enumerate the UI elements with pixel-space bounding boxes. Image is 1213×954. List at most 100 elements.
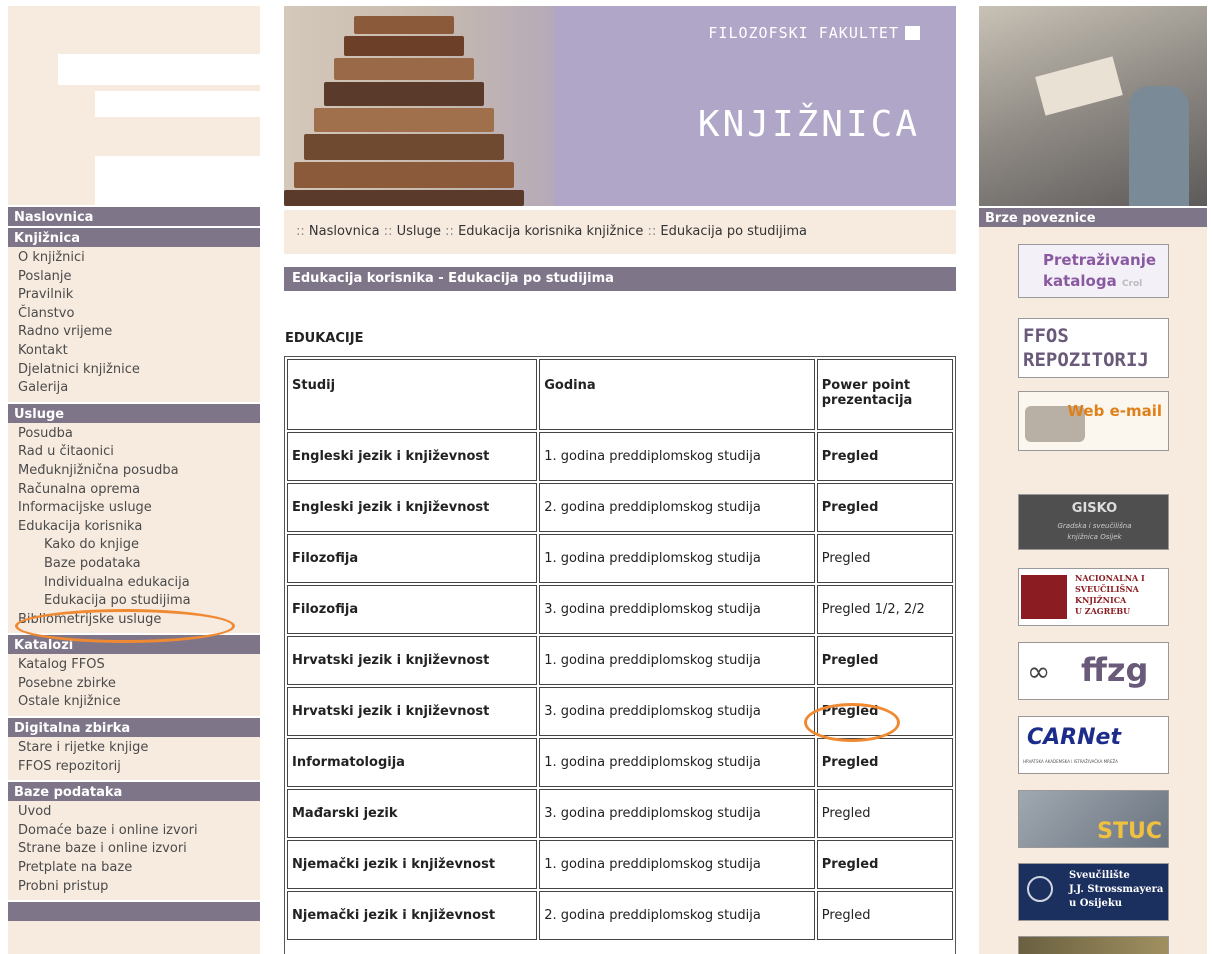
- nav-item-bibliometrijske[interactable]: Bibliometrijske usluge: [8, 611, 260, 630]
- partial-banner[interactable]: [1018, 936, 1169, 954]
- nav-head-knjiznica[interactable]: Knjižnica: [8, 226, 260, 247]
- pregled-link[interactable]: Pregled: [822, 908, 871, 923]
- carnet-banner[interactable]: CARNet HRVATSKA AKADEMSKA I ISTRAŽIVAČKA…: [1018, 716, 1169, 774]
- nav-item-katalog-ffos[interactable]: Katalog FFOS: [8, 656, 260, 675]
- pregled-link[interactable]: Pregled 1/2, 2/2: [822, 602, 925, 617]
- nav-naslovnica[interactable]: Naslovnica: [8, 205, 260, 226]
- nav-item-ffos-repozitorij[interactable]: FFOS repozitorij: [8, 758, 260, 777]
- banner-text: Pretraživanje: [1043, 251, 1157, 269]
- breadcrumb-separator: ::: [445, 224, 454, 239]
- nav-subitem-edukacija-po-studijima[interactable]: Edukacija po studijima: [8, 592, 260, 611]
- table-row: Njemački jezik i književnost 1. godina p…: [287, 840, 953, 889]
- table-row: Njemački jezik i književnost 2. godina p…: [287, 891, 953, 940]
- web-email-banner[interactable]: Web e-mail: [1018, 391, 1169, 451]
- nav-item-pretplate[interactable]: Pretplate na baze: [8, 859, 260, 878]
- breadcrumb-naslovnica[interactable]: Naslovnica: [309, 224, 380, 239]
- cell-prezentacija: Pregled: [816, 687, 953, 736]
- cell-godina: 3. godina preddiplomskog studija: [539, 585, 815, 634]
- nav-subitem-baze-podataka[interactable]: Baze podataka: [8, 555, 260, 574]
- cell-godina: 1. godina preddiplomskog studija: [539, 738, 815, 787]
- banner-text: CARNet: [1027, 725, 1121, 750]
- cell-prezentacija: Pregled: [816, 636, 953, 685]
- banner-text: kataloga Crol: [1043, 272, 1142, 290]
- nav-item-strane-baze[interactable]: Strane baze i online izvori: [8, 840, 260, 859]
- nav-item-rad-u-citaonici[interactable]: Rad u čitaonici: [8, 443, 260, 462]
- nav-subitem-kako-do-knjige[interactable]: Kako do knjige: [8, 536, 260, 555]
- nav-item-ostale-knjiznice[interactable]: Ostale knjižnice: [8, 693, 260, 712]
- table-row: Filozofija 1. godina preddiplomskog stud…: [287, 534, 953, 583]
- nav-item-clanstvo[interactable]: Članstvo: [8, 305, 260, 324]
- nav-subitem-individualna[interactable]: Individualna edukacija: [8, 574, 260, 593]
- nav-head-baze[interactable]: Baze podataka: [8, 780, 260, 802]
- table-row: Hrvatski jezik i književnost 1. godina p…: [287, 636, 953, 685]
- nav-item-o-knjiznici[interactable]: O knjižnici: [8, 249, 260, 268]
- breadcrumb-edukacija-korisnika[interactable]: Edukacija korisnika knjižnice: [458, 224, 643, 239]
- pregled-link[interactable]: Pregled: [822, 755, 879, 770]
- table-row: Filozofija 3. godina preddiplomskog stud…: [287, 585, 953, 634]
- sveuciliste-banner[interactable]: Sveučilište J.J. Strossmayera u Osijeku: [1018, 863, 1169, 921]
- cell-godina: 3. godina preddiplomskog studija: [539, 789, 815, 838]
- nav-item-edukacija-korisnika[interactable]: Edukacija korisnika: [8, 518, 260, 537]
- nav-head-cutoff[interactable]: [8, 900, 260, 922]
- university-seal-icon: [1027, 876, 1053, 902]
- nav-item-poslanje[interactable]: Poslanje: [8, 268, 260, 287]
- ffos-repozitorij-banner[interactable]: FFOS REPOZITORIJ: [1018, 318, 1169, 378]
- pregled-link[interactable]: Pregled: [822, 551, 871, 566]
- ffzg-banner[interactable]: ∞ ffzg: [1018, 642, 1169, 700]
- left-sidebar: Naslovnica Knjižnica O knjižnici Poslanj…: [8, 6, 260, 954]
- cell-studij: Njemački jezik i književnost: [287, 840, 538, 889]
- nav-item-uvod[interactable]: Uvod: [8, 803, 260, 822]
- banner-subtext: HRVATSKA AKADEMSKA I ISTRAŽIVAČKA MREŽA: [1023, 759, 1118, 764]
- cell-prezentacija: Pregled: [816, 891, 953, 940]
- banner-text: STUC: [1097, 819, 1162, 844]
- pregled-link[interactable]: Pregled: [822, 806, 871, 821]
- cell-prezentacija: Pregled 1/2, 2/2: [816, 585, 953, 634]
- nav-item-informacijske[interactable]: Informacijske usluge: [8, 499, 260, 518]
- nav-head-digitalna[interactable]: Digitalna zbirka: [8, 716, 260, 738]
- pregled-link[interactable]: Pregled: [822, 653, 879, 668]
- pretrazivanje-kataloga-banner[interactable]: Pretraživanje kataloga Crol: [1018, 244, 1169, 298]
- breadcrumb: :: Naslovnica :: Usluge :: Edukacija kor…: [284, 210, 956, 254]
- nav-item-posudba[interactable]: Posudba: [8, 425, 260, 444]
- banner-text: ffzg: [1081, 651, 1149, 689]
- faculty-logo-icon: [905, 26, 920, 40]
- pregled-link[interactable]: Pregled: [822, 857, 879, 872]
- nav-item-djelatnici[interactable]: Djelatnici knjižnice: [8, 361, 260, 380]
- banner-text: SVEUČILIŠNA: [1075, 584, 1139, 594]
- nav-item-kontakt[interactable]: Kontakt: [8, 342, 260, 361]
- reading-image: [979, 6, 1207, 206]
- nav-item-meduknjiznicna[interactable]: Međuknjižnična posudba: [8, 462, 260, 481]
- nav-item-racunalna-oprema[interactable]: Računalna oprema: [8, 481, 260, 500]
- breadcrumb-usluge[interactable]: Usluge: [397, 224, 441, 239]
- education-table: Studij Godina Power point prezentacija E…: [284, 356, 956, 954]
- nav-item-galerija[interactable]: Galerija: [8, 379, 260, 398]
- cell-studij: Informatologija: [287, 738, 538, 787]
- cell-studij: Njemački jezik i književnost: [287, 891, 538, 940]
- breadcrumb-current: Edukacija po studijima: [660, 224, 807, 239]
- cell-studij: Hrvatski jezik i književnost: [287, 687, 538, 736]
- pregled-link[interactable]: Pregled: [822, 449, 879, 464]
- banner-text: NACIONALNA I: [1075, 573, 1145, 583]
- breadcrumb-separator: ::: [383, 224, 393, 239]
- table-header-row: Studij Godina Power point prezentacija: [287, 359, 953, 430]
- cell-prezentacija: Pregled: [816, 534, 953, 583]
- gisko-banner[interactable]: GISKO Gradska i sveučilišna knjižnica Os…: [1018, 494, 1169, 550]
- banner-text: REPOZITORIJ: [1023, 349, 1149, 371]
- cell-godina: 1. godina preddiplomskog studija: [539, 840, 815, 889]
- nav-item-posebne-zbirke[interactable]: Posebne zbirke: [8, 675, 260, 694]
- stuc-banner[interactable]: STUC: [1018, 790, 1169, 848]
- nav-head-katalozi[interactable]: Katalozi: [8, 633, 260, 655]
- nsk-banner[interactable]: NACIONALNA I SVEUČILIŠNA KNJIŽNICA U ZAG…: [1018, 568, 1169, 626]
- nav-item-pravilnik[interactable]: Pravilnik: [8, 286, 260, 305]
- table-row: Engleski jezik i književnost 2. godina p…: [287, 483, 953, 532]
- cell-godina: 2. godina preddiplomskog studija: [539, 891, 815, 940]
- nav-item-domace-baze[interactable]: Domaće baze i online izvori: [8, 822, 260, 841]
- pregled-link[interactable]: Pregled: [822, 704, 879, 719]
- nav-item-stare-knjige[interactable]: Stare i rijetke knjige: [8, 739, 260, 758]
- ffzg-logo-icon: ∞: [1027, 655, 1051, 688]
- pregled-link[interactable]: Pregled: [822, 500, 879, 515]
- table-row: Hrvatski jezik i književnost 3. godina p…: [287, 687, 953, 736]
- nav-item-probni-pristup[interactable]: Probni pristup: [8, 878, 260, 897]
- nav-item-radno-vrijeme[interactable]: Radno vrijeme: [8, 323, 260, 342]
- nav-head-usluge[interactable]: Usluge: [8, 401, 260, 423]
